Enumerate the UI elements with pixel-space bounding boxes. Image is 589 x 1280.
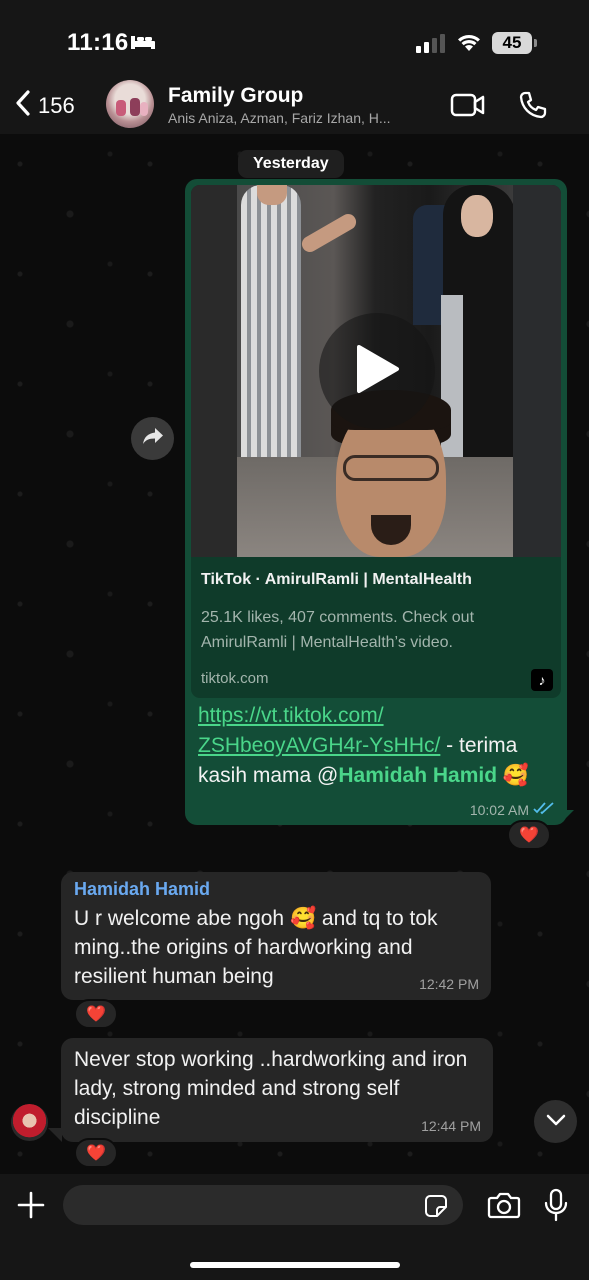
play-button[interactable] xyxy=(319,313,435,429)
tiktok-logo-icon: ♪ xyxy=(531,669,553,691)
home-indicator xyxy=(190,1262,400,1268)
message-text: https://vt.tiktok.com/ZSHbeoyAVGH4r-YsHH… xyxy=(198,701,558,791)
heart-reaction[interactable]: ❤️ xyxy=(507,820,551,850)
microphone-icon[interactable] xyxy=(543,1188,569,1227)
sender-name[interactable]: Hamidah Hamid xyxy=(74,879,210,900)
heart-reaction[interactable]: ❤️ xyxy=(74,999,118,1029)
unread-count: 156 xyxy=(38,92,75,118)
video-call-icon[interactable] xyxy=(450,92,486,123)
phone-icon[interactable] xyxy=(518,90,548,125)
mention[interactable]: Hamidah Hamid xyxy=(338,764,497,787)
message-time: 10:02 AM xyxy=(469,801,529,818)
wifi-icon xyxy=(455,31,483,58)
cellular-signal-icon xyxy=(416,33,445,53)
message-meta: 10:02 AM xyxy=(470,801,555,818)
plus-icon[interactable] xyxy=(16,1190,46,1225)
incoming-message[interactable]: Hamidah Hamid U r welcome abe ngoh 🥰 and… xyxy=(61,872,491,1000)
play-icon xyxy=(353,343,401,400)
heart-reaction[interactable]: ❤️ xyxy=(74,1138,118,1168)
share-arrow-icon xyxy=(142,427,164,450)
battery-indicator: 45 xyxy=(492,32,532,54)
status-time: 11:16 xyxy=(67,29,129,56)
group-avatar[interactable] xyxy=(106,80,154,128)
date-separator: Yesterday xyxy=(238,150,344,178)
status-bar: 11:16 45 xyxy=(0,0,589,80)
message-composer xyxy=(0,1174,589,1280)
video-thumbnail[interactable] xyxy=(191,185,561,557)
link-title: TikTok · AmirulRamli | MentalHealth xyxy=(201,571,472,588)
outgoing-message[interactable]: TikTok · AmirulRamli | MentalHealth 25.1… xyxy=(185,179,567,825)
sender-avatar[interactable] xyxy=(11,1104,48,1141)
group-name[interactable]: Family Group xyxy=(168,84,303,108)
bed-icon xyxy=(130,34,156,55)
chat-area[interactable]: Yesterday TikTok · AmirulRamli | MentalH… xyxy=(0,134,589,1174)
link-description: 25.1K likes, 407 comments. Check out Ami… xyxy=(201,609,475,651)
link-preview-card[interactable]: TikTok · AmirulRamli | MentalHealth 25.1… xyxy=(191,185,561,698)
chevron-left-icon xyxy=(14,88,32,123)
back-button[interactable]: 156 xyxy=(14,88,75,123)
camera-icon[interactable] xyxy=(487,1191,521,1224)
emoji: 🥰 xyxy=(502,764,530,787)
chat-header: 156 Family Group Anis Aniza, Azman, Fari… xyxy=(0,80,589,134)
forward-button[interactable] xyxy=(131,417,174,460)
group-members[interactable]: Anis Aniza, Azman, Fariz Izhan, H... xyxy=(168,110,391,126)
bubble-tail xyxy=(48,1128,62,1142)
battery-nub xyxy=(534,39,537,47)
message-input[interactable] xyxy=(63,1185,463,1225)
message-time: 12:44 PM xyxy=(421,1118,481,1134)
incoming-message[interactable]: Never stop working ..hardworking and iro… xyxy=(61,1038,493,1142)
bubble-tail xyxy=(560,810,574,824)
link-domain: tiktok.com xyxy=(201,670,269,687)
message-time: 12:42 PM xyxy=(419,976,479,992)
scroll-to-bottom-button[interactable] xyxy=(534,1100,577,1143)
tiktok-link[interactable]: https://vt.tiktok.com/ZSHbeoyAVGH4r-YsHH… xyxy=(198,704,440,757)
sticker-icon[interactable] xyxy=(424,1194,448,1223)
read-receipt-icon xyxy=(533,801,555,818)
chevron-down-icon xyxy=(546,1113,566,1131)
